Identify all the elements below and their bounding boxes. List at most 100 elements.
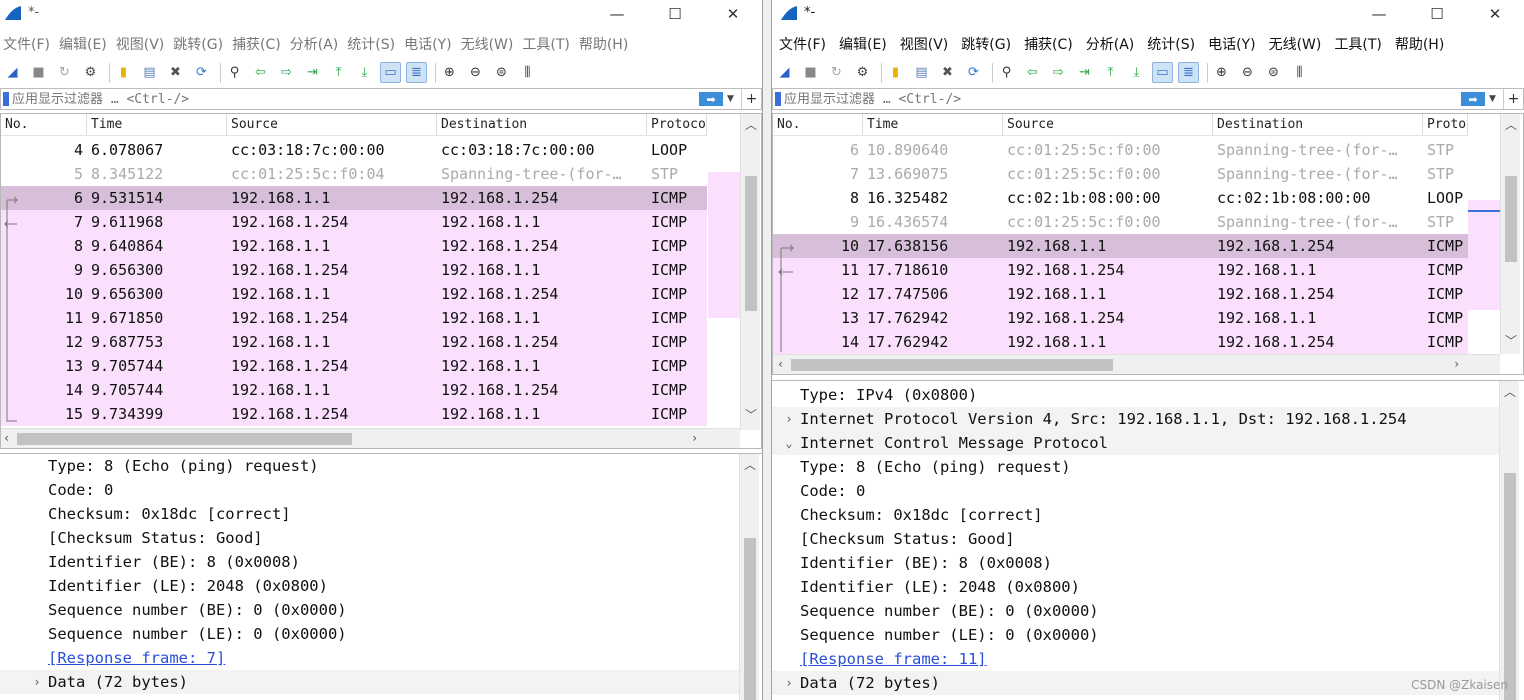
col-source-header[interactable]: Source <box>227 114 437 135</box>
resize-columns-icon[interactable]: ⫼ <box>517 62 538 83</box>
table-row[interactable]: 11 9.671850 192.168.1.254 192.168.1.1 ICMP <box>1 306 707 330</box>
table-row[interactable]: 15 9.734399 192.168.1.254 192.168.1.1 ICMP <box>1 402 707 426</box>
capture-options-icon[interactable]: ⚙ <box>852 62 873 83</box>
vscroll-thumb[interactable] <box>1505 176 1517 262</box>
detail-line[interactable]: › Data (72 bytes) <box>0 670 739 694</box>
details-vscrollbar[interactable]: ︿ <box>739 454 759 700</box>
autoscroll-icon[interactable]: ▭ <box>380 62 401 83</box>
col-destination-header[interactable]: Destination <box>437 114 647 135</box>
hscroll-thumb[interactable] <box>17 433 352 445</box>
menu-item[interactable]: 工具(T) <box>522 34 569 54</box>
detail-line[interactable]: [Response frame: 7] <box>0 646 762 670</box>
close-icon[interactable]: ✕ <box>1466 0 1524 28</box>
close-icon[interactable]: ✕ <box>704 0 762 28</box>
table-row[interactable]: 13 17.762942 192.168.1.254 192.168.1.1 ICMP <box>773 306 1468 330</box>
zoom-out-icon[interactable]: ⊖ <box>1237 62 1258 83</box>
chevron-up-icon[interactable]: ︿ <box>745 116 757 133</box>
close-file-icon[interactable]: ✖ <box>165 62 186 83</box>
menu-item[interactable]: 分析(A) <box>290 34 339 54</box>
detail-line[interactable]: ⌄ Internet Control Message Protocol <box>772 431 1499 455</box>
table-row[interactable]: 13 9.705744 192.168.1.254 192.168.1.1 ICMP <box>1 354 707 378</box>
chevron-left-icon[interactable]: ‹ <box>777 357 784 371</box>
chevron-up-icon[interactable]: ︿ <box>1504 383 1516 400</box>
go-to-packet-icon[interactable]: ⇥ <box>302 62 323 83</box>
table-row[interactable]: 7 13.669075 cc:01:25:5c:f0:00 Spanning-tree… <box>773 162 1468 186</box>
detail-line[interactable]: Identifier (LE): 2048 (0x0800) <box>0 574 762 598</box>
menu-item[interactable]: 跳转(G) <box>961 34 1011 54</box>
detail-line[interactable]: › Data (72 bytes) <box>772 671 1499 695</box>
table-row[interactable]: 7 9.611968 192.168.1.254 192.168.1.1 ICMP <box>1 210 707 234</box>
detail-line[interactable]: Type: 8 (Echo (ping) request) <box>0 454 762 478</box>
detail-line[interactable]: Sequence number (BE): 0 (0x0000) <box>0 598 762 622</box>
chevron-right-icon[interactable]: › <box>1453 357 1460 371</box>
zoom-normal-icon[interactable]: ⊜ <box>491 62 512 83</box>
table-row[interactable]: 14 9.705744 192.168.1.1 192.168.1.254 ICMP <box>1 378 707 402</box>
minimize-icon[interactable]: — <box>1350 0 1408 28</box>
vscroll-thumb[interactable] <box>1504 473 1516 700</box>
menu-item[interactable]: 视图(V) <box>116 34 165 54</box>
vscroll-thumb[interactable] <box>745 176 757 311</box>
table-row[interactable]: 11 17.718610 192.168.1.254 192.168.1.1 ICMP <box>773 258 1468 282</box>
chevron-up-icon[interactable]: ︿ <box>1505 116 1517 133</box>
stop-capture-icon[interactable]: ■ <box>28 62 49 83</box>
chevron-left-icon[interactable]: ‹ <box>3 431 10 445</box>
start-capture-icon[interactable]: ◢ <box>2 62 23 83</box>
go-to-packet-icon[interactable]: ⇥ <box>1074 62 1095 83</box>
apply-filter-icon[interactable]: ➡ <box>1461 92 1485 106</box>
bookmark-icon[interactable] <box>775 92 781 106</box>
detail-line[interactable]: Checksum: 0x18dc [correct] <box>772 503 1524 527</box>
menu-item[interactable]: 视图(V) <box>900 34 949 54</box>
colorize-icon[interactable]: ≣ <box>406 62 427 83</box>
table-row[interactable]: 12 17.747506 192.168.1.1 192.168.1.254 ICMP <box>773 282 1468 306</box>
chevron-down-icon[interactable]: ﹀ <box>745 406 757 423</box>
detail-line[interactable]: Checksum: 0x18dc [correct] <box>0 502 762 526</box>
go-back-icon[interactable]: ⇦ <box>250 62 271 83</box>
menu-item[interactable]: 文件(F) <box>3 34 50 54</box>
last-packet-icon[interactable]: ⤓ <box>1126 62 1147 83</box>
find-packet-icon[interactable]: ⚲ <box>224 62 245 83</box>
detail-line[interactable]: Sequence number (BE): 0 (0x0000) <box>772 599 1524 623</box>
zoom-in-icon[interactable]: ⊕ <box>1211 62 1232 83</box>
menu-item[interactable]: 无线(W) <box>1269 34 1322 54</box>
detail-line[interactable]: Sequence number (LE): 0 (0x0000) <box>772 623 1524 647</box>
capture-options-icon[interactable]: ⚙ <box>80 62 101 83</box>
bookmark-icon[interactable] <box>3 92 9 106</box>
menu-item[interactable]: 无线(W) <box>461 34 514 54</box>
start-capture-icon[interactable]: ◢ <box>774 62 795 83</box>
expand-icon[interactable]: › <box>778 676 800 690</box>
minimize-icon[interactable]: — <box>588 0 646 28</box>
menu-item[interactable]: 编辑(E) <box>59 34 107 54</box>
chevron-right-icon[interactable]: › <box>691 431 698 445</box>
close-file-icon[interactable]: ✖ <box>937 62 958 83</box>
col-protocol-header[interactable]: Proto <box>1423 114 1468 135</box>
display-filter-input[interactable] <box>12 91 699 107</box>
chevron-down-icon[interactable]: ﹀ <box>1505 332 1517 349</box>
save-file-icon[interactable]: ▤ <box>139 62 160 83</box>
packet-list-hscrollbar[interactable]: ‹ › <box>773 354 1500 374</box>
reload-icon[interactable]: ⟳ <box>191 62 212 83</box>
col-no-header[interactable]: No. <box>1 114 87 135</box>
menu-item[interactable]: 文件(F) <box>779 34 826 54</box>
table-row[interactable]: 5 8.345122 cc:01:25:5c:f0:04 Spanning-tree-… <box>1 162 707 186</box>
colorize-icon[interactable]: ≣ <box>1178 62 1199 83</box>
hscroll-thumb[interactable] <box>791 359 1113 371</box>
col-protocol-header[interactable]: Protoco <box>647 114 707 135</box>
table-row[interactable]: 9 9.656300 192.168.1.254 192.168.1.1 ICMP <box>1 258 707 282</box>
menu-item[interactable]: 跳转(G) <box>173 34 223 54</box>
table-row[interactable]: 14 17.762942 192.168.1.1 192.168.1.254 ICMP <box>773 330 1468 354</box>
restart-capture-icon[interactable]: ↻ <box>826 62 847 83</box>
table-row[interactable]: 8 16.325482 cc:02:1b:08:00:00 cc:02:1b:08:0… <box>773 186 1468 210</box>
table-row[interactable]: 10 9.656300 192.168.1.1 192.168.1.254 ICMP <box>1 282 707 306</box>
table-row[interactable]: 6 10.890640 cc:01:25:5c:f0:00 Spanning-tree… <box>773 138 1468 162</box>
response-frame-link[interactable]: [Response frame: 11] <box>800 650 987 668</box>
reload-icon[interactable]: ⟳ <box>963 62 984 83</box>
chevron-up-icon[interactable]: ︿ <box>744 456 756 473</box>
detail-line[interactable]: Sequence number (LE): 0 (0x0000) <box>0 622 762 646</box>
maximize-icon[interactable]: ☐ <box>646 0 704 28</box>
response-frame-link[interactable]: [Response frame: 7] <box>48 649 225 667</box>
menu-item[interactable]: 帮助(H) <box>579 34 628 54</box>
col-time-header[interactable]: Time <box>87 114 227 135</box>
detail-line[interactable]: › Internet Protocol Version 4, Src: 192.1… <box>772 407 1499 431</box>
table-row[interactable]: 8 9.640864 192.168.1.1 192.168.1.254 ICMP <box>1 234 707 258</box>
restart-capture-icon[interactable]: ↻ <box>54 62 75 83</box>
